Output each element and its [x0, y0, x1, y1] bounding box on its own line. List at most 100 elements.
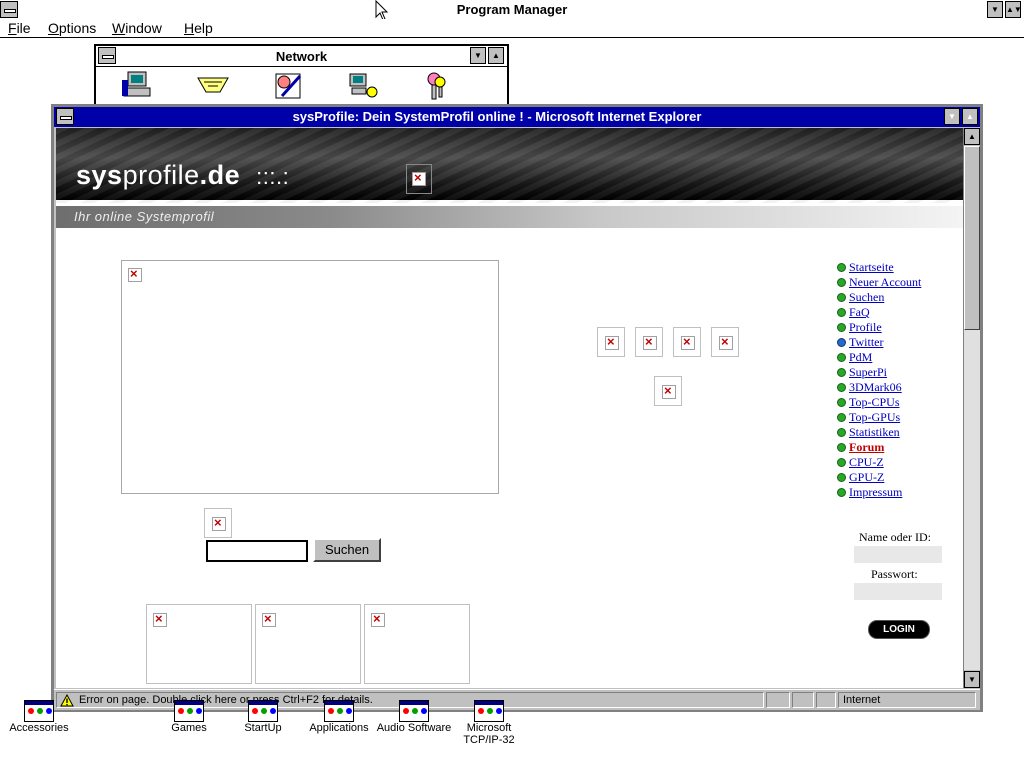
network-maximize-button[interactable]: ▲ — [488, 47, 504, 64]
nav-item[interactable]: Impressum — [837, 485, 957, 500]
search-image-frame — [204, 508, 232, 538]
restore-button[interactable]: ▲▼ — [1005, 1, 1022, 18]
network-keys-icon[interactable] — [420, 70, 454, 102]
login-button[interactable]: LOGIN — [868, 620, 930, 639]
menu-options[interactable]: Options — [48, 20, 96, 36]
nav-link[interactable]: Impressum — [849, 485, 902, 500]
network-computer-icon[interactable] — [120, 70, 154, 102]
teaser-image-2[interactable] — [255, 604, 361, 684]
nav-link[interactable]: FaQ — [849, 305, 870, 320]
group-icon-startup[interactable]: StartUp — [228, 700, 298, 734]
nav-item[interactable]: Startseite — [837, 260, 957, 275]
nav-bullet-icon — [837, 413, 846, 422]
login-name-field[interactable] — [854, 546, 942, 563]
broken-image-icon — [681, 334, 695, 350]
menu-help[interactable]: Help — [184, 20, 213, 36]
broken-image-icon — [643, 334, 657, 350]
nav-link[interactable]: PdM — [849, 350, 872, 365]
nav-item[interactable]: SuperPi — [837, 365, 957, 380]
broken-image-icon — [212, 515, 226, 531]
group-icon-accessories[interactable]: Accessories — [2, 700, 76, 734]
nav-item[interactable]: FaQ — [837, 305, 957, 320]
teaser-image-3[interactable] — [364, 604, 470, 684]
ie-window-title: sysProfile: Dein SystemProfil online ! -… — [292, 109, 702, 124]
logo-dots: :::.: — [256, 164, 290, 189]
nav-item[interactable]: PdM — [837, 350, 957, 365]
nav-link[interactable]: Twitter — [849, 335, 883, 350]
partner-image-3[interactable] — [673, 327, 701, 357]
nav-item[interactable]: 3DMark06 — [837, 380, 957, 395]
group-label: Audio Software — [376, 722, 452, 734]
nav-item[interactable]: GPU-Z — [837, 470, 957, 485]
nav-link[interactable]: Forum — [849, 440, 884, 455]
program-manager-title-bar[interactable]: Program Manager ▼ ▲▼ — [0, 0, 1024, 20]
nav-bullet-icon — [837, 278, 846, 287]
site-banner: sysprofile.de :::.: Ihr online Systempro… — [56, 128, 963, 228]
vertical-scrollbar[interactable]: ▲ ▼ — [963, 128, 980, 688]
nav-item[interactable]: Top-CPUs — [837, 395, 957, 410]
program-group-icon — [474, 700, 504, 722]
nav-item[interactable]: Twitter — [837, 335, 957, 350]
nav-link[interactable]: Top-CPUs — [849, 395, 900, 410]
scroll-down-button[interactable]: ▼ — [964, 671, 980, 688]
scroll-thumb[interactable] — [964, 146, 980, 330]
login-name-label: Name oder ID: — [859, 530, 931, 544]
nav-link[interactable]: Statistiken — [849, 425, 900, 440]
ie-minimize-button[interactable]: ▼ — [944, 108, 960, 125]
menu-file[interactable]: File — [8, 20, 31, 36]
partner-image-4[interactable] — [711, 327, 739, 357]
partner-image-1[interactable] — [597, 327, 625, 357]
broken-image-icon — [262, 611, 276, 627]
nav-bullet-icon — [837, 488, 846, 497]
teaser-image-1[interactable] — [146, 604, 252, 684]
nav-item[interactable]: Top-GPUs — [837, 410, 957, 425]
nav-link[interactable]: Suchen — [849, 290, 884, 305]
minimize-button[interactable]: ▼ — [987, 1, 1003, 18]
search-button[interactable]: Suchen — [313, 538, 381, 562]
nav-link[interactable]: GPU-Z — [849, 470, 884, 485]
nav-item[interactable]: Neuer Account — [837, 275, 957, 290]
ie-title-bar[interactable]: sysProfile: Dein SystemProfil online ! -… — [54, 107, 980, 127]
nav-item[interactable]: Statistiken — [837, 425, 957, 440]
scroll-track[interactable] — [964, 330, 980, 670]
nav-link[interactable]: 3DMark06 — [849, 380, 902, 395]
network-cable-icon[interactable] — [196, 70, 230, 102]
site-logo[interactable]: sysprofile.de :::.: — [76, 160, 289, 191]
program-group-icon — [324, 700, 354, 722]
menu-window[interactable]: Window — [112, 20, 162, 36]
nav-bullet-icon — [837, 398, 846, 407]
group-icon-audio-software[interactable]: Audio Software — [374, 700, 454, 734]
nav-item[interactable]: Profile — [837, 320, 957, 335]
scroll-up-button[interactable]: ▲ — [964, 128, 980, 145]
partner-image-5[interactable] — [654, 376, 682, 406]
nav-link[interactable]: Top-GPUs — [849, 410, 900, 425]
network-title: Network — [275, 49, 328, 64]
broken-image-icon — [719, 334, 733, 350]
network-printer-icon[interactable] — [346, 70, 380, 102]
nav-bullet-icon — [837, 368, 846, 377]
search-input[interactable] — [206, 540, 308, 562]
nav-link[interactable]: Startseite — [849, 260, 894, 275]
network-group-window[interactable]: Network ▼ ▲ — [94, 44, 509, 106]
network-schedule-icon[interactable] — [272, 70, 306, 102]
nav-bullet-icon — [837, 323, 846, 332]
ie-maximize-button[interactable]: ▲ — [962, 108, 978, 125]
nav-item[interactable]: Suchen — [837, 290, 957, 305]
internet-explorer-window[interactable]: sysProfile: Dein SystemProfil online ! -… — [51, 104, 983, 712]
network-minimize-button[interactable]: ▼ — [470, 47, 486, 64]
nav-link[interactable]: Profile — [849, 320, 882, 335]
group-label: StartUp — [244, 722, 282, 734]
network-title-bar[interactable]: Network ▼ ▲ — [96, 46, 507, 67]
login-password-label: Passwort: — [871, 567, 918, 581]
login-password-field[interactable] — [854, 583, 942, 600]
nav-link[interactable]: SuperPi — [849, 365, 887, 380]
group-icon-games[interactable]: Games — [154, 700, 224, 734]
nav-item[interactable]: CPU-Z — [837, 455, 957, 470]
group-icon-applications[interactable]: Applications — [302, 700, 376, 734]
nav-item[interactable]: Forum — [837, 440, 957, 455]
nav-link[interactable]: CPU-Z — [849, 455, 884, 470]
nav-link[interactable]: Neuer Account — [849, 275, 921, 290]
group-icon-microsoft-tcpip[interactable]: Microsoft TCP/IP-32 — [456, 700, 522, 746]
partner-image-2[interactable] — [635, 327, 663, 357]
site-navigation: Startseite Neuer Account Suchen FaQ Profile T… — [837, 260, 957, 500]
